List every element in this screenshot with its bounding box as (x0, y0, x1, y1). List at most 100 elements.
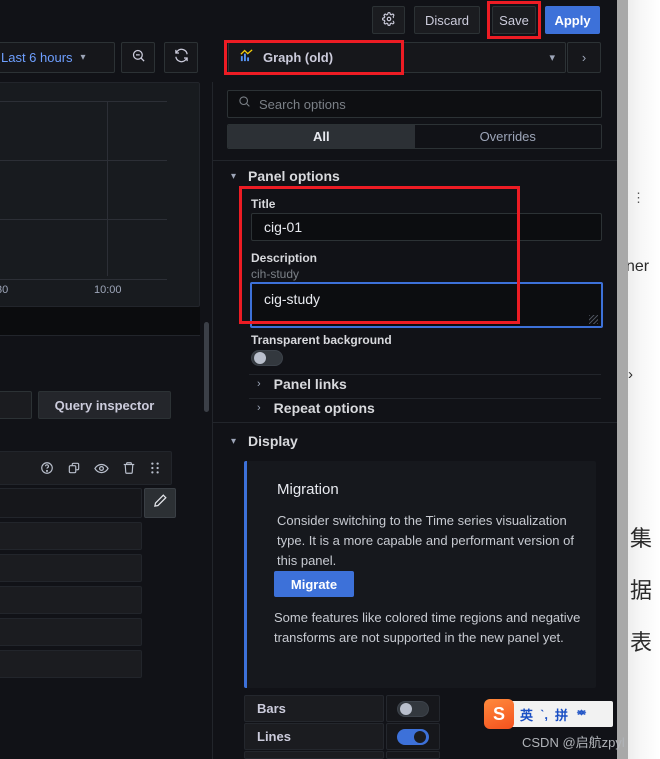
query-row-header (0, 451, 172, 485)
query-field-row[interactable] (0, 488, 142, 518)
query-field-row[interactable] (0, 586, 142, 614)
chevron-right-icon: › (581, 50, 587, 65)
eye-icon[interactable] (94, 461, 109, 476)
migrate-button[interactable]: Migrate (274, 571, 354, 597)
lines-toggle-cell (386, 723, 440, 750)
ime-pinyin-label[interactable]: 拼 (555, 705, 568, 724)
trash-icon[interactable] (122, 461, 136, 475)
ime-mode-label[interactable]: 英 (520, 705, 533, 724)
section-display[interactable]: ▾ Display (231, 433, 298, 449)
panel-links-expander[interactable]: › Panel links (257, 376, 347, 392)
title-input[interactable]: cig-01 (251, 213, 602, 241)
title-label: Title (251, 197, 276, 211)
chevron-right-icon: › (257, 402, 261, 414)
search-options-field[interactable]: Search options (227, 90, 602, 118)
graph-panel: :30 10:00 (0, 82, 200, 307)
help-circle-icon[interactable] (40, 461, 54, 475)
bg-fragment-2: › (628, 366, 633, 383)
apply-button[interactable]: Apply (545, 6, 600, 34)
drag-handle-icon[interactable] (149, 461, 161, 475)
search-placeholder: Search options (259, 96, 346, 112)
description-label: Description (251, 251, 318, 265)
app-root: ⋮ ner › 集 据 表 Discard Save Apply Last 6 … (0, 0, 660, 759)
section-panel-options[interactable]: ▾ Panel options (231, 168, 340, 184)
chevron-right-icon: › (257, 378, 261, 390)
panel-editor-controls-row: Last 6 hours ▾ Graph (old) ▾ › (0, 42, 617, 75)
pencil-icon (153, 493, 168, 513)
toggle-knob (400, 702, 412, 715)
divider (213, 160, 617, 161)
description-textarea[interactable]: cig-study (250, 282, 603, 328)
panel-settings-button[interactable] (372, 6, 405, 34)
bars-toggle[interactable] (397, 700, 429, 717)
option-row-lines: Lines (244, 723, 384, 750)
browser-scrollbar[interactable] (617, 0, 628, 759)
secondary-button[interactable] (0, 391, 32, 419)
query-field-row[interactable] (0, 522, 142, 550)
option-row-next (244, 751, 384, 759)
description-value: cig-study (264, 291, 321, 307)
chevron-down-icon: ▾ (231, 170, 237, 182)
query-inspector-button[interactable]: Query inspector (38, 391, 171, 419)
copy-icon[interactable] (67, 461, 81, 475)
tab-all[interactable]: All (228, 125, 415, 148)
edit-query-button[interactable] (144, 488, 176, 518)
x-axis-tick-left: :30 (0, 284, 9, 296)
time-range-picker[interactable]: Last 6 hours ▾ (0, 42, 115, 73)
refresh-button[interactable] (164, 42, 198, 73)
migration-body-2: Some features like colored time regions … (274, 610, 581, 645)
visualization-picker[interactable]: Graph (old) ▾ (228, 42, 566, 73)
refresh-icon (174, 48, 189, 68)
repeat-options-label: Repeat options (273, 400, 375, 416)
discard-button[interactable]: Discard (414, 6, 480, 34)
bars-label: Bars (257, 701, 286, 716)
options-tabs: All Overrides (227, 124, 602, 149)
punctuation-icon[interactable]: ˋ, (540, 707, 548, 722)
description-sublabel: cih-study (251, 267, 300, 281)
bg-fragment-4: 据 (630, 578, 653, 603)
query-field-row[interactable] (0, 554, 142, 582)
repeat-options-expander[interactable]: › Repeat options (257, 400, 375, 416)
bg-fragment-1: ner (628, 258, 650, 275)
option-row-next-cell (386, 751, 440, 759)
chevron-down-icon: ▾ (80, 52, 86, 63)
panel-preview-pane: :30 10:00 Query inspector (0, 82, 209, 759)
save-button[interactable]: Save (492, 6, 536, 34)
time-range-label: Last 6 hours (1, 50, 73, 65)
preview-scrollbar[interactable] (204, 322, 209, 412)
toggle-knob (254, 352, 266, 364)
lines-label: Lines (257, 729, 291, 744)
lines-toggle[interactable] (397, 728, 429, 745)
sogou-logo-icon[interactable]: S (484, 699, 514, 729)
editor-toolbar: Discard Save Apply (0, 0, 617, 40)
divider (213, 422, 617, 423)
gear-icon (381, 11, 396, 29)
bars-toggle-cell (386, 695, 440, 722)
bg-fragment-5: 表 (630, 630, 653, 655)
transparent-background-label: Transparent background (251, 333, 392, 347)
gear-icon[interactable] (575, 706, 588, 722)
option-row-bars: Bars (244, 695, 384, 722)
x-axis-tick-right: 10:00 (94, 284, 122, 296)
collapse-options-button[interactable]: › (567, 42, 601, 73)
bar-chart-icon (239, 48, 254, 68)
ime-toolbar[interactable]: S 英 ˋ, 拼 (484, 699, 613, 729)
migration-body-1: Consider switching to the Time series vi… (277, 513, 574, 568)
query-field-row[interactable] (0, 650, 142, 678)
chevron-down-icon[interactable]: ▾ (549, 51, 555, 64)
resize-grip-icon[interactable] (589, 315, 598, 324)
zoom-out-button[interactable] (121, 42, 155, 73)
bg-fragment-3: 集 (630, 526, 653, 551)
section-display-label: Display (248, 433, 298, 449)
query-field-row[interactable] (0, 618, 142, 646)
section-panel-options-label: Panel options (248, 168, 340, 184)
chevron-down-icon: ▾ (231, 435, 237, 447)
query-field-list (0, 488, 142, 679)
tab-overrides[interactable]: Overrides (414, 125, 601, 148)
background-web-page: ⋮ ner › 集 据 表 (628, 0, 660, 759)
zoom-out-icon (131, 48, 146, 68)
csdn-watermark: CSDN @启航zpyl (522, 735, 625, 750)
divider (249, 398, 601, 399)
graph-plot-area[interactable] (0, 101, 167, 280)
transparent-background-toggle[interactable] (251, 350, 283, 366)
